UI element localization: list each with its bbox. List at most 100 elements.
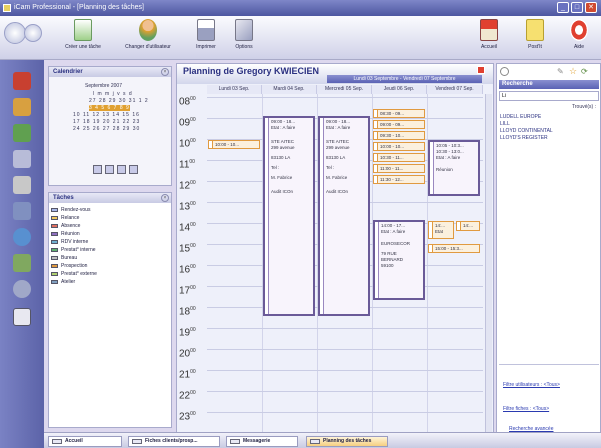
close-button[interactable]: ✕ — [585, 2, 597, 13]
day-header[interactable]: Mercredi 05 Sep. — [317, 85, 372, 94]
module-users-icon[interactable] — [13, 98, 31, 116]
view-day-button[interactable] — [93, 165, 102, 174]
forward-button[interactable] — [24, 24, 42, 42]
task-type-item[interactable]: Rendez-vous — [49, 206, 171, 214]
day-header[interactable]: Mardi 04 Sep. — [262, 85, 317, 94]
filter-files-link[interactable]: Filtre fiches : <Tous> — [503, 406, 549, 412]
appointment-mon-1000[interactable]: 10:00 - 10... — [208, 140, 260, 149]
hour-gridline — [207, 391, 483, 392]
hour-label: 1500 — [179, 243, 196, 255]
hour-label: 1700 — [179, 285, 196, 297]
new-task-icon — [74, 19, 92, 41]
view-workweek-button[interactable] — [105, 165, 114, 174]
hour-label: 2100 — [179, 369, 196, 381]
tab-accueil[interactable]: Accueil — [48, 436, 122, 447]
calendar-week-row-selected[interactable]: 3 4 5 6 7 8 9 — [89, 105, 130, 111]
calendar-week-row[interactable]: 24 25 26 27 28 29 30 — [73, 126, 140, 132]
view-week-button[interactable] — [117, 165, 126, 174]
calendar-week-row[interactable]: 17 18 19 20 21 22 23 — [73, 119, 140, 125]
change-user-button[interactable]: Changer d'utilisateur — [120, 19, 176, 50]
task-type-item[interactable]: Relance — [49, 214, 171, 222]
filter-users-link[interactable]: Filtre utilisateurs : <Tous> — [503, 382, 560, 388]
maximize-button[interactable]: □ — [571, 2, 583, 13]
appointment-fri-reunion[interactable]: 10:05 - 10:3... 10:30 - 13:0... Etat : A… — [428, 140, 480, 196]
module-print-icon[interactable] — [13, 150, 31, 168]
calendar-week-row[interactable]: 10 11 12 13 14 15 16 — [73, 112, 140, 118]
task-type-item[interactable]: Absence — [49, 222, 171, 230]
calendar-header: Calendrier × — [49, 67, 171, 77]
appointment-thu-eurosecor[interactable]: 14:00 - 17... Etat : A faire EUROSECOR 7… — [373, 220, 425, 300]
task-type-item[interactable]: Bureau — [49, 254, 171, 262]
options-icon — [235, 19, 253, 41]
appointment-wed-audit[interactable]: 09:00 - 18... Etat : A faire STE AITEC 2… — [318, 116, 370, 316]
hour-label: 0800 — [179, 96, 196, 108]
pin-icon[interactable]: ✎ — [557, 67, 566, 76]
search-result-item[interactable]: LLOYD CONTINENTAL — [500, 128, 553, 135]
appointment-thu[interactable]: 11:00 - 11... — [373, 164, 425, 173]
day-header[interactable]: Jeudi 06 Sep. — [372, 85, 427, 94]
module-schedule-icon[interactable] — [13, 228, 31, 246]
view-month-button[interactable] — [129, 165, 138, 174]
home-button[interactable]: Accueil — [476, 19, 502, 50]
appointment-thu[interactable]: 10:30 - 11... — [373, 153, 425, 162]
appointment-fri-1400a[interactable]: 14:... Etat — [428, 221, 454, 239]
task-type-item[interactable]: Prestat° interne — [49, 246, 171, 254]
tasks-panel: Tâches × Rendez-vous Relance Absence Réu… — [48, 192, 172, 428]
hour-label: 1300 — [179, 201, 196, 213]
appointment-fri-1500[interactable]: 15:00 - 15:3... — [428, 244, 480, 253]
appointment-thu[interactable]: 08:30 - 09... — [373, 109, 425, 118]
task-type-item[interactable]: Prestat° externe — [49, 270, 171, 278]
bottom-tab-bar: Accueil Fiches clients/prosp... Messager… — [44, 432, 601, 448]
appointment-thu[interactable]: 09:30 - 10... — [373, 131, 425, 140]
appointment-fri-1400b[interactable]: 14:... — [456, 221, 480, 231]
calendar-week-row[interactable]: 27 28 29 30 31 1 2 — [89, 98, 149, 104]
create-task-button[interactable]: Créer une tâche — [62, 19, 104, 50]
planning-close-icon[interactable] — [477, 66, 485, 74]
search-nav-icon[interactable] — [500, 67, 509, 76]
tab-messagerie[interactable]: Messagerie — [226, 436, 298, 447]
tasks-close-button[interactable]: × — [161, 194, 169, 202]
module-tools-icon[interactable] — [13, 176, 31, 194]
task-type-item[interactable]: Prospection — [49, 262, 171, 270]
postit-button[interactable]: Post'It — [522, 19, 548, 50]
printer-icon — [197, 19, 215, 41]
options-button[interactable]: Options — [230, 19, 258, 50]
hour-label: 1800 — [179, 306, 196, 318]
module-disc-icon[interactable] — [13, 280, 31, 298]
toolbar: Créer une tâche Changer d'utilisateur Im… — [0, 16, 601, 60]
module-contacts-icon[interactable] — [13, 72, 31, 90]
appointment-thu[interactable]: 09:00 - 09... — [373, 120, 425, 129]
search-result-item[interactable]: LLOYD'S REGISTER — [500, 135, 553, 142]
print-button[interactable]: Imprimer — [190, 19, 222, 50]
tasks-header: Tâches × — [49, 193, 171, 203]
appointment-tue-audit[interactable]: 09:00 - 18... Etat : A faire STE AITEC 2… — [263, 116, 315, 316]
minimize-button[interactable]: _ — [557, 2, 569, 13]
search-panel: ✎ ☆ ⟳ Recherche Trouvé(s) : LUDELL EUROP… — [496, 63, 601, 435]
appointment-thu[interactable]: 10:00 - 10... — [373, 142, 425, 151]
tab-planning[interactable]: Planning des tâches — [306, 436, 388, 447]
appointment-thu[interactable]: 11:30 - 12... — [373, 175, 425, 184]
calendar-close-button[interactable]: × — [161, 68, 169, 76]
tab-fiches-clients[interactable]: Fiches clients/prosp... — [128, 436, 220, 447]
search-result-list: LUDELL EUROPE LILL LLOYD CONTINENTAL LLO… — [500, 114, 553, 142]
hour-gridline — [207, 349, 483, 350]
refresh-icon[interactable]: ⟳ — [581, 67, 590, 76]
day-header[interactable]: Lundi 03 Sep. — [207, 85, 262, 94]
day-header[interactable]: Vendredi 07 Sep. — [427, 85, 483, 94]
search-result-item[interactable]: LUDELL EUROPE — [500, 114, 553, 121]
module-search-icon[interactable] — [13, 202, 31, 220]
favorite-star-icon[interactable]: ☆ — [569, 67, 578, 76]
back-button[interactable] — [4, 22, 26, 44]
search-input[interactable] — [499, 91, 599, 101]
module-tasks-icon[interactable] — [13, 124, 31, 142]
module-finance-icon[interactable] — [13, 254, 31, 272]
hour-gridline — [207, 412, 483, 413]
planning-scrollbar[interactable] — [485, 94, 492, 434]
task-type-item[interactable]: Réunion — [49, 230, 171, 238]
task-type-item[interactable]: Atelier — [49, 278, 171, 286]
help-button[interactable]: Aide — [566, 19, 592, 50]
module-document-icon[interactable] — [13, 308, 31, 326]
calendar-panel: Calendrier × Septembre 2007 l m m j v s … — [48, 66, 172, 186]
task-type-item[interactable]: RDV interne — [49, 238, 171, 246]
search-result-item[interactable]: LILL — [500, 121, 553, 128]
